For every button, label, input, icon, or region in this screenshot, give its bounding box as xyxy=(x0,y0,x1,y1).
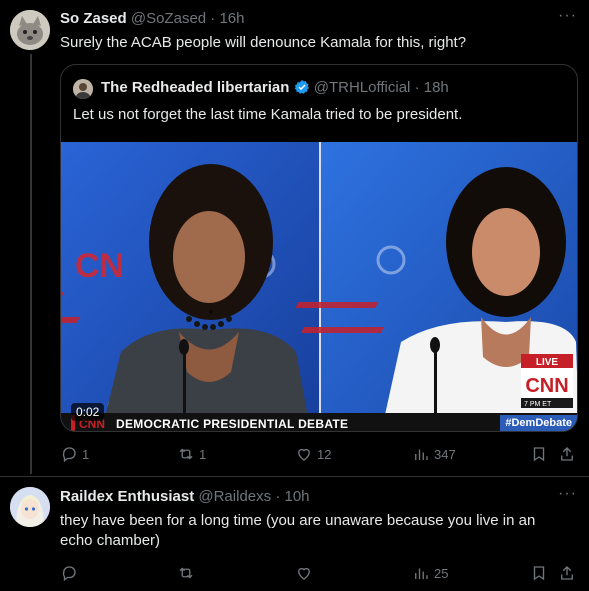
reply-icon xyxy=(62,566,76,582)
tweet-text: Surely the ACAB people will denounce Kam… xyxy=(60,34,467,51)
author-handle[interactable]: @Raildexs xyxy=(198,488,271,505)
thread-line xyxy=(30,54,32,474)
tweet-text: they have been for a long time (you are … xyxy=(60,512,536,549)
views-button[interactable]: 347 xyxy=(412,444,456,464)
share-icon xyxy=(561,447,573,461)
quote-header: The Redheaded libertarian @TRHLofficial … xyxy=(101,78,449,98)
analytics-icon xyxy=(415,449,428,460)
reply-button[interactable]: 1 xyxy=(60,444,89,464)
person-avatar-icon xyxy=(73,79,93,99)
view-count: 25 xyxy=(434,565,449,581)
views-button[interactable]: 25 xyxy=(412,563,448,583)
lower-third-banner: CNN DEMOCRATIC PRESIDENTIAL DEBATE #DemD… xyxy=(61,413,577,431)
reply-icon xyxy=(62,447,76,463)
repost-icon xyxy=(179,567,193,579)
quote-tweet[interactable]: The Redheaded libertarian @TRHLofficial … xyxy=(60,64,578,432)
like-button[interactable]: 12 xyxy=(295,444,331,464)
tweet[interactable]: Raildex Enthusiast @Raildexs · 10h ··· t… xyxy=(0,477,589,591)
network-logo: CNN xyxy=(525,375,568,397)
tweet-time[interactable]: · 16h xyxy=(210,10,244,27)
video-duration: 0:02 xyxy=(71,403,105,421)
anime-avatar-icon xyxy=(10,487,50,527)
bookmark-button[interactable] xyxy=(530,444,548,464)
avatar[interactable] xyxy=(10,10,50,50)
quote-text: Let us not forget the last time Kamala t… xyxy=(73,106,463,123)
banner-text: DEMOCRATIC PRESIDENTIAL DEBATE xyxy=(116,417,349,431)
heart-icon xyxy=(298,567,310,580)
repost-button[interactable]: 1 xyxy=(177,444,206,464)
more-options-icon[interactable]: ··· xyxy=(558,485,577,503)
author-name[interactable]: Raildex Enthusiast xyxy=(60,488,194,505)
quote-author-name[interactable]: The Redheaded libertarian xyxy=(101,79,289,96)
like-button[interactable] xyxy=(295,563,317,583)
avatar[interactable] xyxy=(73,79,93,99)
broadcast-clock: 7 PM ET xyxy=(524,401,552,408)
tweet-actions: 25 xyxy=(60,563,580,583)
share-icon xyxy=(561,566,573,580)
like-count: 12 xyxy=(317,446,332,462)
reply-button[interactable] xyxy=(60,563,82,583)
analytics-icon xyxy=(415,568,428,579)
bookmark-button[interactable] xyxy=(530,563,548,583)
tweet-header: Raildex Enthusiast @Raildexs · 10h xyxy=(60,487,310,507)
video-player[interactable]: CN CN xyxy=(61,142,577,431)
bookmark-icon xyxy=(533,566,545,581)
verified-badge-icon xyxy=(294,80,309,94)
repost-count: 1 xyxy=(199,446,207,462)
share-button[interactable] xyxy=(558,444,576,464)
view-count: 347 xyxy=(434,446,456,462)
tweet-actions: 1 1 12 347 xyxy=(60,444,580,464)
video-frame: CN CN xyxy=(61,142,577,431)
quote-author-handle[interactable]: @TRHLofficial xyxy=(314,79,411,96)
quote-time[interactable]: · 18h xyxy=(415,79,449,96)
tweet-header: So Zased @SoZased · 16h xyxy=(60,9,245,29)
heart-icon xyxy=(298,448,310,461)
tweet[interactable]: So Zased @SoZased · 16h ··· Surely the A… xyxy=(0,0,589,482)
tweet-time[interactable]: · 10h xyxy=(275,488,309,505)
hashtag-tag: #DemDebate xyxy=(500,415,577,431)
more-options-icon[interactable]: ··· xyxy=(558,7,577,25)
repost-icon xyxy=(179,448,193,460)
svg-text:CN: CN xyxy=(75,247,124,285)
author-name[interactable]: So Zased xyxy=(60,10,127,27)
repost-button[interactable] xyxy=(177,563,199,583)
avatar[interactable] xyxy=(10,487,50,527)
live-label: LIVE xyxy=(536,357,559,368)
cat-avatar-icon xyxy=(10,10,50,50)
author-handle[interactable]: @SoZased xyxy=(131,10,206,27)
share-button[interactable] xyxy=(558,563,576,583)
bookmark-icon xyxy=(533,447,545,462)
reply-count: 1 xyxy=(82,446,90,462)
